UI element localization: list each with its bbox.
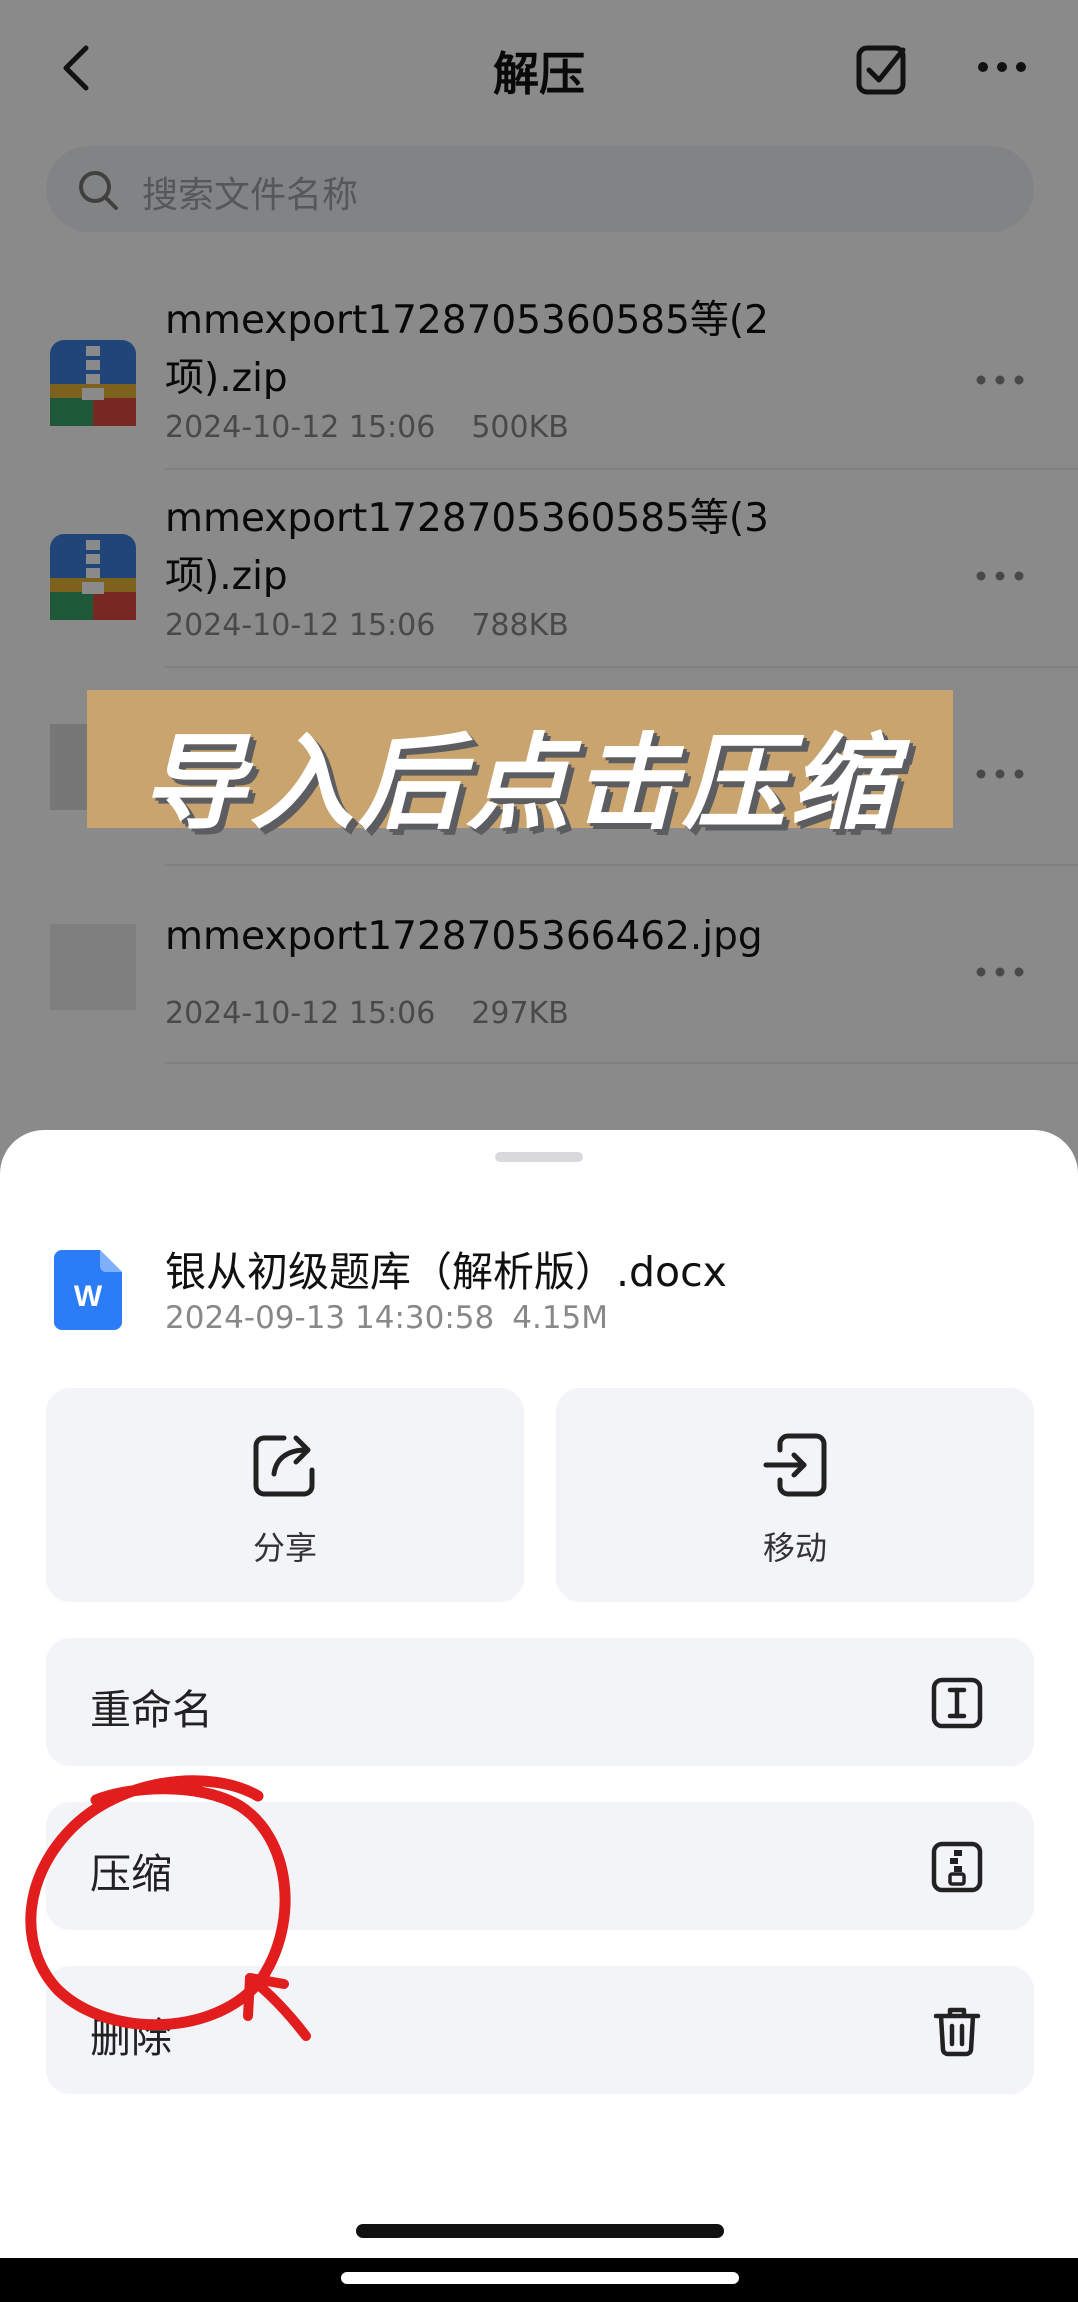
sheet-file-meta: 2024-09-13 14:30:58 4.15M [165,1300,626,1336]
share-label: 分享 [252,1529,317,1567]
svg-text:W: W [74,1280,103,1313]
drag-handle[interactable] [495,1152,583,1162]
sheet-file-size: 4.15M [512,1300,609,1336]
word-doc-icon: W [54,1250,122,1330]
delete-label: 删除 [90,2014,172,2062]
move-button[interactable]: 移动 [556,1388,1034,1602]
delete-option[interactable]: 删除 [46,1966,1034,2094]
share-button[interactable]: 分享 [46,1388,524,1602]
share-icon [253,1435,315,1497]
compress-label: 压缩 [90,1850,172,1898]
rename-option[interactable]: 重命名 [46,1638,1034,1766]
compress-option[interactable]: 压缩 [46,1802,1034,1930]
move-icon [763,1433,827,1497]
trash-icon [933,2007,981,2057]
banner-text: 导入后点击压缩 [141,722,898,844]
rename-label: 重命名 [90,1686,213,1734]
bottom-sheet: W 银从初级题库（解析版）.docx 2024-09-13 14:30:58 4.… [0,1130,1078,2260]
system-gesture-bar [341,2272,739,2284]
sheet-file-date: 2024-09-13 14:30:58 [165,1300,495,1336]
instruction-banner: 导入后点击压缩 [87,690,953,844]
home-indicator[interactable] [356,2224,724,2238]
sheet-file-name: 银从初级题库（解析版）.docx [165,1248,727,1296]
compress-icon [931,1841,983,1893]
move-label: 移动 [762,1529,827,1567]
rename-icon [931,1677,983,1729]
